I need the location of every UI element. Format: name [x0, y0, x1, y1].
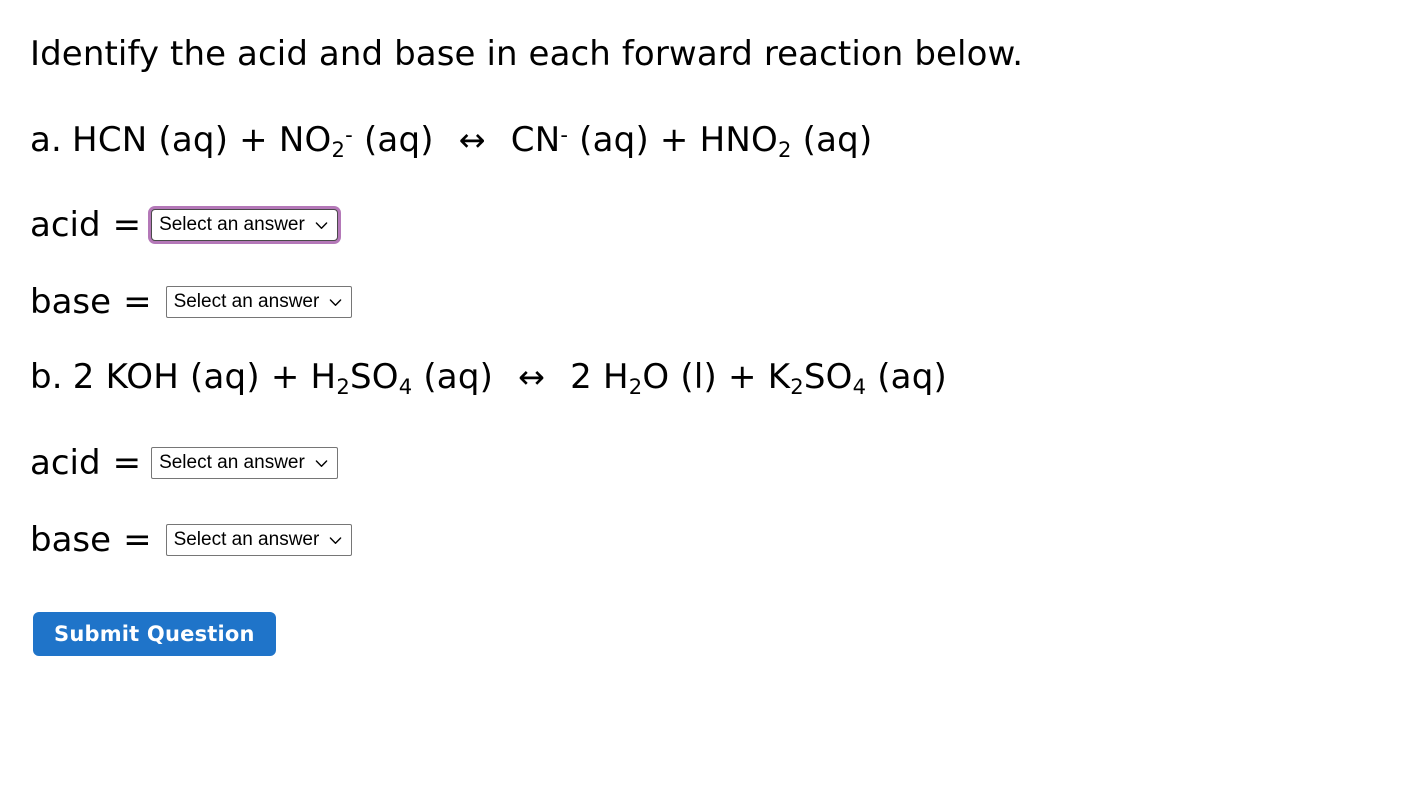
select-a-base-value: Select an answer: [173, 291, 320, 312]
equals-sign-b-base: =: [123, 520, 152, 560]
question-page: Identify the acid and base in each forwa…: [0, 0, 1401, 806]
answer-row-b-acid: acid = Select an answer: [30, 440, 338, 486]
answer-row-a-base: base = Select an answer: [30, 279, 353, 325]
select-b-acid-value: Select an answer: [159, 452, 305, 473]
equation-a-marker: a.: [30, 120, 63, 160]
select-a-base[interactable]: Select an answer: [165, 286, 353, 318]
equation-b-product-2-subscript-2: 4: [852, 373, 867, 399]
chevron-down-icon: [314, 456, 329, 471]
equation-a-product-1-charge: -: [560, 122, 569, 148]
equation-b-product-2-subscript-1: 2: [790, 373, 804, 399]
equation-b-product-2-state: (aq): [877, 357, 947, 397]
equation-a-reactant-2-subscript: 2: [331, 136, 346, 162]
chevron-down-icon: [328, 533, 343, 548]
reaction-equation-b: b. 2 KOH (aq) + H2SO4 (aq) ↔ 2 H2O (l) + …: [30, 352, 947, 402]
equation-b-reactant-1-coefficient: 2: [72, 357, 95, 397]
equation-b-product-1-formula: H: [602, 357, 629, 397]
equation-a-plus-1: +: [239, 120, 268, 160]
reaction-equation-a: a. HCN (aq) + NO2- (aq) ↔ CN- (aq) + HNO2…: [30, 115, 872, 165]
equation-b-plus-2: +: [727, 357, 757, 397]
equation-a-product-2-state: (aq): [802, 120, 873, 160]
equation-b-product-2-formula-2: SO: [803, 357, 853, 397]
equation-a-reactant-1-formula: HCN: [72, 120, 148, 160]
equation-b-reactant-2-formula: H: [310, 357, 337, 397]
select-wrapper-b-acid: Select an answer: [151, 447, 338, 479]
equation-b-reactant-1-state: (aq): [190, 357, 260, 397]
equation-a-product-1-formula: CN: [510, 120, 561, 160]
equation-b-reactant-2-subscript-1: 2: [336, 373, 350, 399]
select-b-acid[interactable]: Select an answer: [151, 447, 338, 479]
equals-sign-b-acid: =: [112, 443, 142, 483]
select-b-base[interactable]: Select an answer: [165, 524, 353, 556]
equation-a-product-1-state: (aq): [579, 120, 649, 160]
equation-a-reactant-2-formula: NO: [278, 120, 332, 160]
equation-a-plus-2: +: [659, 120, 689, 160]
equals-sign-a-acid: =: [112, 205, 142, 245]
answer-row-a-acid: acid = Select an answer: [30, 202, 338, 248]
select-a-acid[interactable]: Select an answer: [151, 209, 338, 241]
equation-b-product-1-formula-2: O: [642, 357, 670, 397]
submit-question-button[interactable]: Submit Question: [33, 612, 276, 656]
select-wrapper-b-base: Select an answer: [165, 524, 353, 556]
answer-label-a-base: base: [30, 282, 112, 322]
answer-label-b-acid: acid: [30, 443, 101, 483]
equation-a-product-2-subscript: 2: [778, 136, 792, 162]
equation-b-product-1-coefficient: 2: [570, 357, 592, 397]
equation-b-plus-1: +: [270, 357, 300, 397]
select-wrapper-a-acid: Select an answer: [151, 209, 338, 241]
equation-b-marker: b.: [30, 357, 63, 397]
equals-sign-a-base: =: [123, 282, 152, 322]
equation-a-reactant-1-state: (aq): [158, 120, 229, 160]
select-a-acid-value: Select an answer: [159, 214, 305, 235]
equation-b-product-1-state: (l): [680, 357, 717, 397]
equation-b-product-2-formula: K: [767, 357, 791, 397]
equation-b-reactant-2-formula-2: SO: [349, 357, 399, 397]
page-title: Identify the acid and base in each forwa…: [30, 34, 1024, 74]
equation-a-reactant-2-state: (aq): [363, 120, 434, 160]
equation-a-reactant-2-charge: -: [345, 122, 353, 148]
answer-label-a-acid: acid: [30, 205, 101, 245]
chevron-down-icon: [314, 218, 329, 233]
equation-b-reactant-2-state: (aq): [423, 357, 494, 397]
select-wrapper-a-base: Select an answer: [165, 286, 353, 318]
equation-a-product-2-formula: HNO: [699, 120, 779, 160]
answer-label-b-base: base: [30, 520, 112, 560]
equation-b-reactant-1-formula: KOH: [105, 357, 180, 397]
equation-b-product-1-subscript-1: 2: [628, 373, 643, 399]
equilibrium-arrow-icon: ↔: [518, 358, 546, 396]
select-b-base-value: Select an answer: [173, 529, 320, 550]
answer-row-b-base: base = Select an answer: [30, 517, 353, 563]
equilibrium-arrow-icon: ↔: [458, 121, 486, 159]
chevron-down-icon: [328, 295, 343, 310]
equation-b-reactant-2-subscript-2: 4: [398, 373, 413, 399]
